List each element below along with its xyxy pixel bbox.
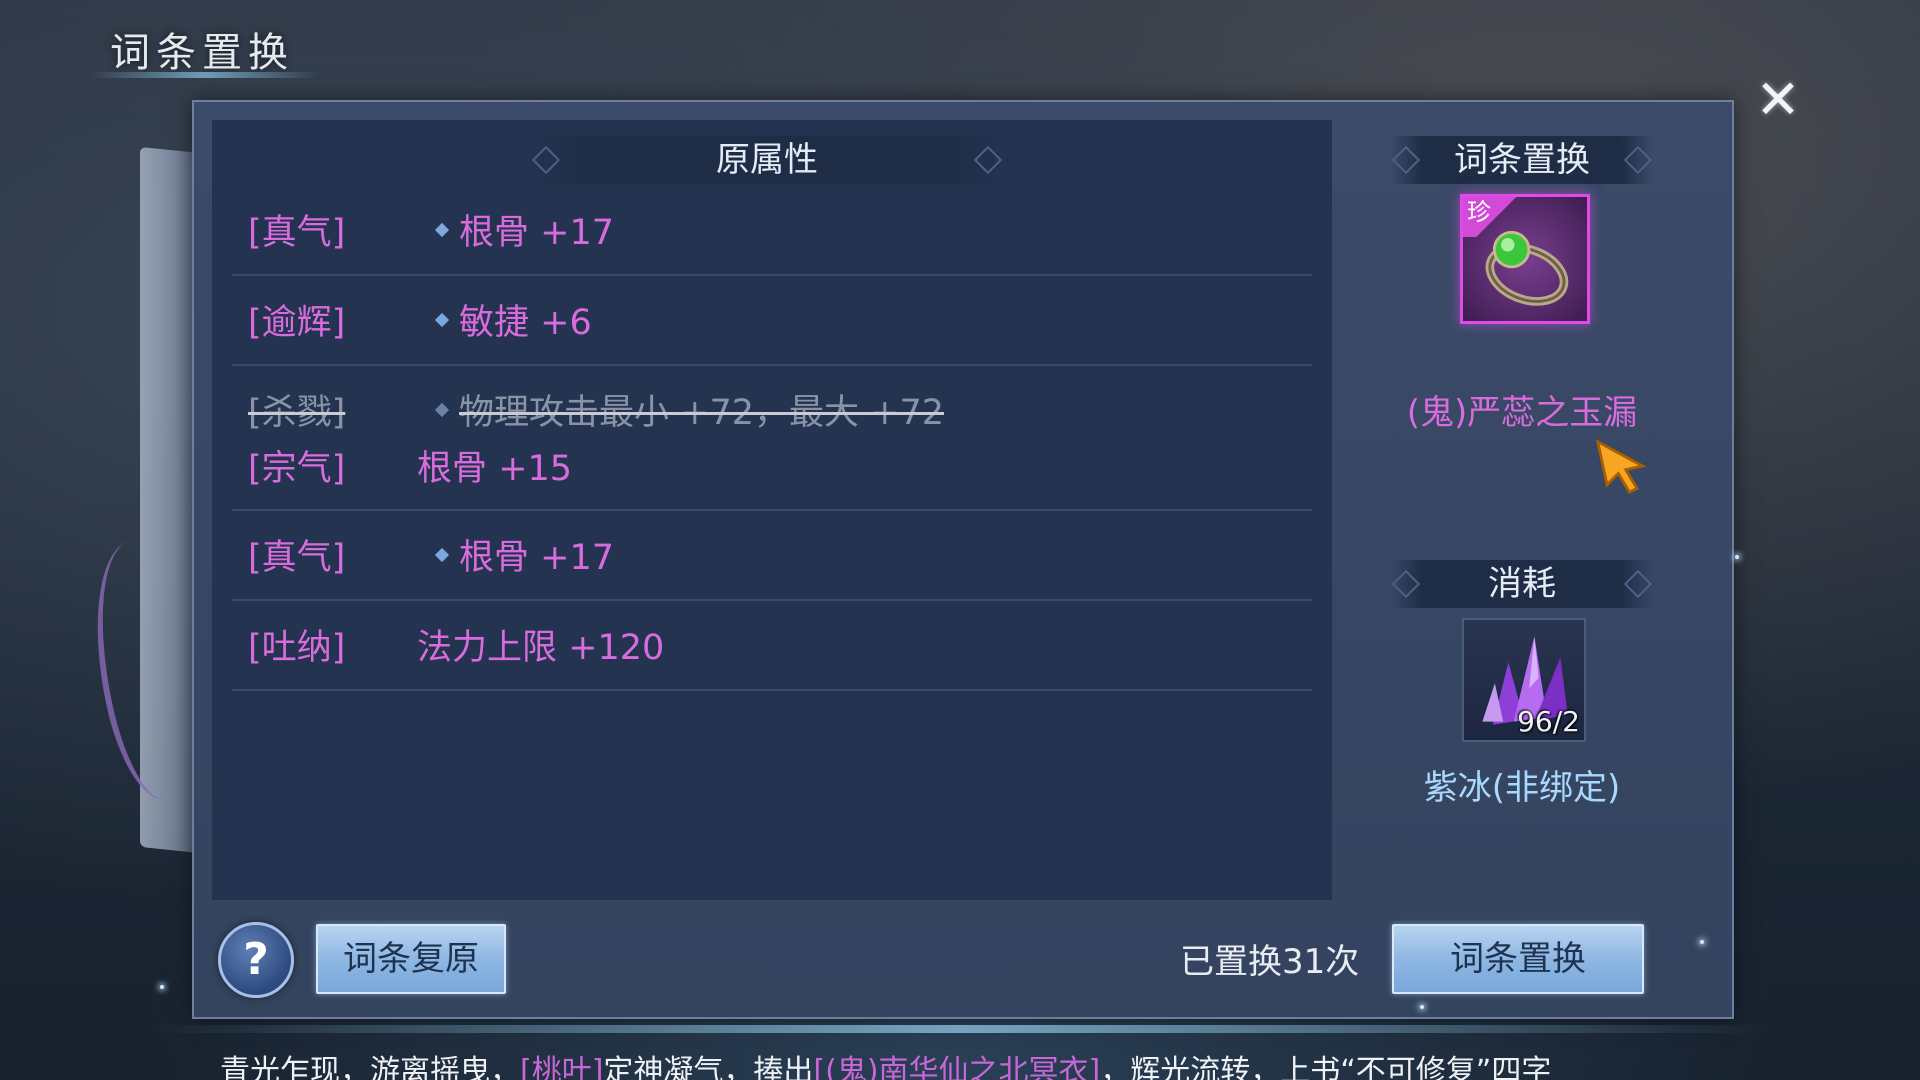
- attribute-value: 敏捷 +6: [434, 294, 592, 345]
- swap-header: 词条置换: [1392, 136, 1652, 184]
- attribute-value: 根骨 +17: [434, 529, 614, 580]
- original-attributes-pane: 原属性 [真气] 根骨 +17 [逾辉] 敏捷 +6 [杀戮] 物理攻击最小 +…: [212, 120, 1332, 900]
- restore-button[interactable]: 词条复原: [316, 924, 506, 994]
- swap-button[interactable]: 词条置换: [1392, 924, 1644, 994]
- attribute-value: 根骨 +17: [434, 204, 614, 255]
- cost-item-name: 紫冰(非绑定): [1423, 768, 1621, 808]
- swap-count-text: 已置换31次: [1180, 942, 1360, 982]
- ticker-item-link[interactable]: [桃叶]: [520, 1054, 603, 1080]
- attribute-tag: [逾辉]: [248, 303, 346, 343]
- cost-item-count: 96/2: [1517, 705, 1580, 738]
- announcement-ticker: 青光乍现，游离摇曳，[桃叶]定神凝气，捧出[(鬼)南华仙之北冥衣]，辉光流转，上…: [220, 1052, 1720, 1080]
- attribute-tag: [真气]: [248, 538, 346, 578]
- sparkle-decoration: [1700, 940, 1704, 944]
- attribute-tag: [真气]: [248, 213, 346, 253]
- sparkle-decoration: [1735, 555, 1739, 559]
- original-attributes-header: 原属性: [532, 136, 1002, 184]
- attribute-value: 法力上限 +120: [417, 628, 665, 668]
- diamond-bullet-icon: [434, 547, 450, 563]
- swap-side-pane: 词条置换 珍 (鬼)严蕊之玉漏 消耗 96/2 紫冰(非绑定): [1332, 120, 1712, 900]
- rarity-tag: 珍: [1463, 197, 1519, 237]
- main-panel: 原属性 [真气] 根骨 +17 [逾辉] 敏捷 +6 [杀戮] 物理攻击最小 +…: [192, 100, 1734, 1019]
- sparkle-decoration: [1420, 1005, 1424, 1009]
- attribute-value-struck: 物理攻击最小 +72，最大 +72: [434, 384, 944, 435]
- attribute-tag-struck: [杀戮]: [248, 393, 346, 433]
- equipment-slot[interactable]: 珍: [1460, 194, 1590, 324]
- cost-header: 消耗: [1392, 560, 1652, 608]
- attribute-value-new: 根骨 +15: [417, 449, 572, 489]
- ticker-text: 青光乍现，游离摇曳，: [220, 1054, 520, 1080]
- attribute-tag: [吐纳]: [248, 628, 346, 668]
- attribute-row[interactable]: [真气] 根骨 +17: [232, 509, 1312, 601]
- equipment-name: (鬼)严蕊之玉漏: [1406, 393, 1638, 433]
- ticker-item-link[interactable]: [(鬼)南华仙之北冥衣]: [813, 1054, 1100, 1080]
- title-underline: [90, 72, 320, 78]
- bottom-glow-decoration: [150, 1025, 1770, 1033]
- close-button[interactable]: ✕: [1750, 72, 1806, 128]
- ticker-text: 定神凝气，捧出: [603, 1054, 814, 1080]
- attribute-row-replaced[interactable]: [杀戮] 物理攻击最小 +72，最大 +72 [宗气] 根骨 +15: [232, 364, 1312, 511]
- attribute-row[interactable]: [逾辉] 敏捷 +6: [232, 274, 1312, 366]
- window-title: 词条置换: [110, 30, 294, 76]
- diamond-bullet-icon: [434, 222, 450, 238]
- diamond-bullet-icon: [434, 312, 450, 328]
- diamond-bullet-icon: [434, 402, 450, 418]
- help-button[interactable]: ?: [218, 922, 294, 998]
- attribute-tag-new: [宗气]: [248, 449, 346, 489]
- pointer-cursor-icon: [1595, 439, 1647, 494]
- attribute-row[interactable]: [真气] 根骨 +17: [232, 184, 1312, 276]
- attribute-row[interactable]: [吐纳] 法力上限 +120: [232, 599, 1312, 691]
- ticker-text: ，辉光流转，上书“不可修复”四字: [1100, 1054, 1552, 1080]
- sparkle-decoration: [160, 985, 164, 989]
- cost-item-slot[interactable]: 96/2: [1462, 618, 1586, 742]
